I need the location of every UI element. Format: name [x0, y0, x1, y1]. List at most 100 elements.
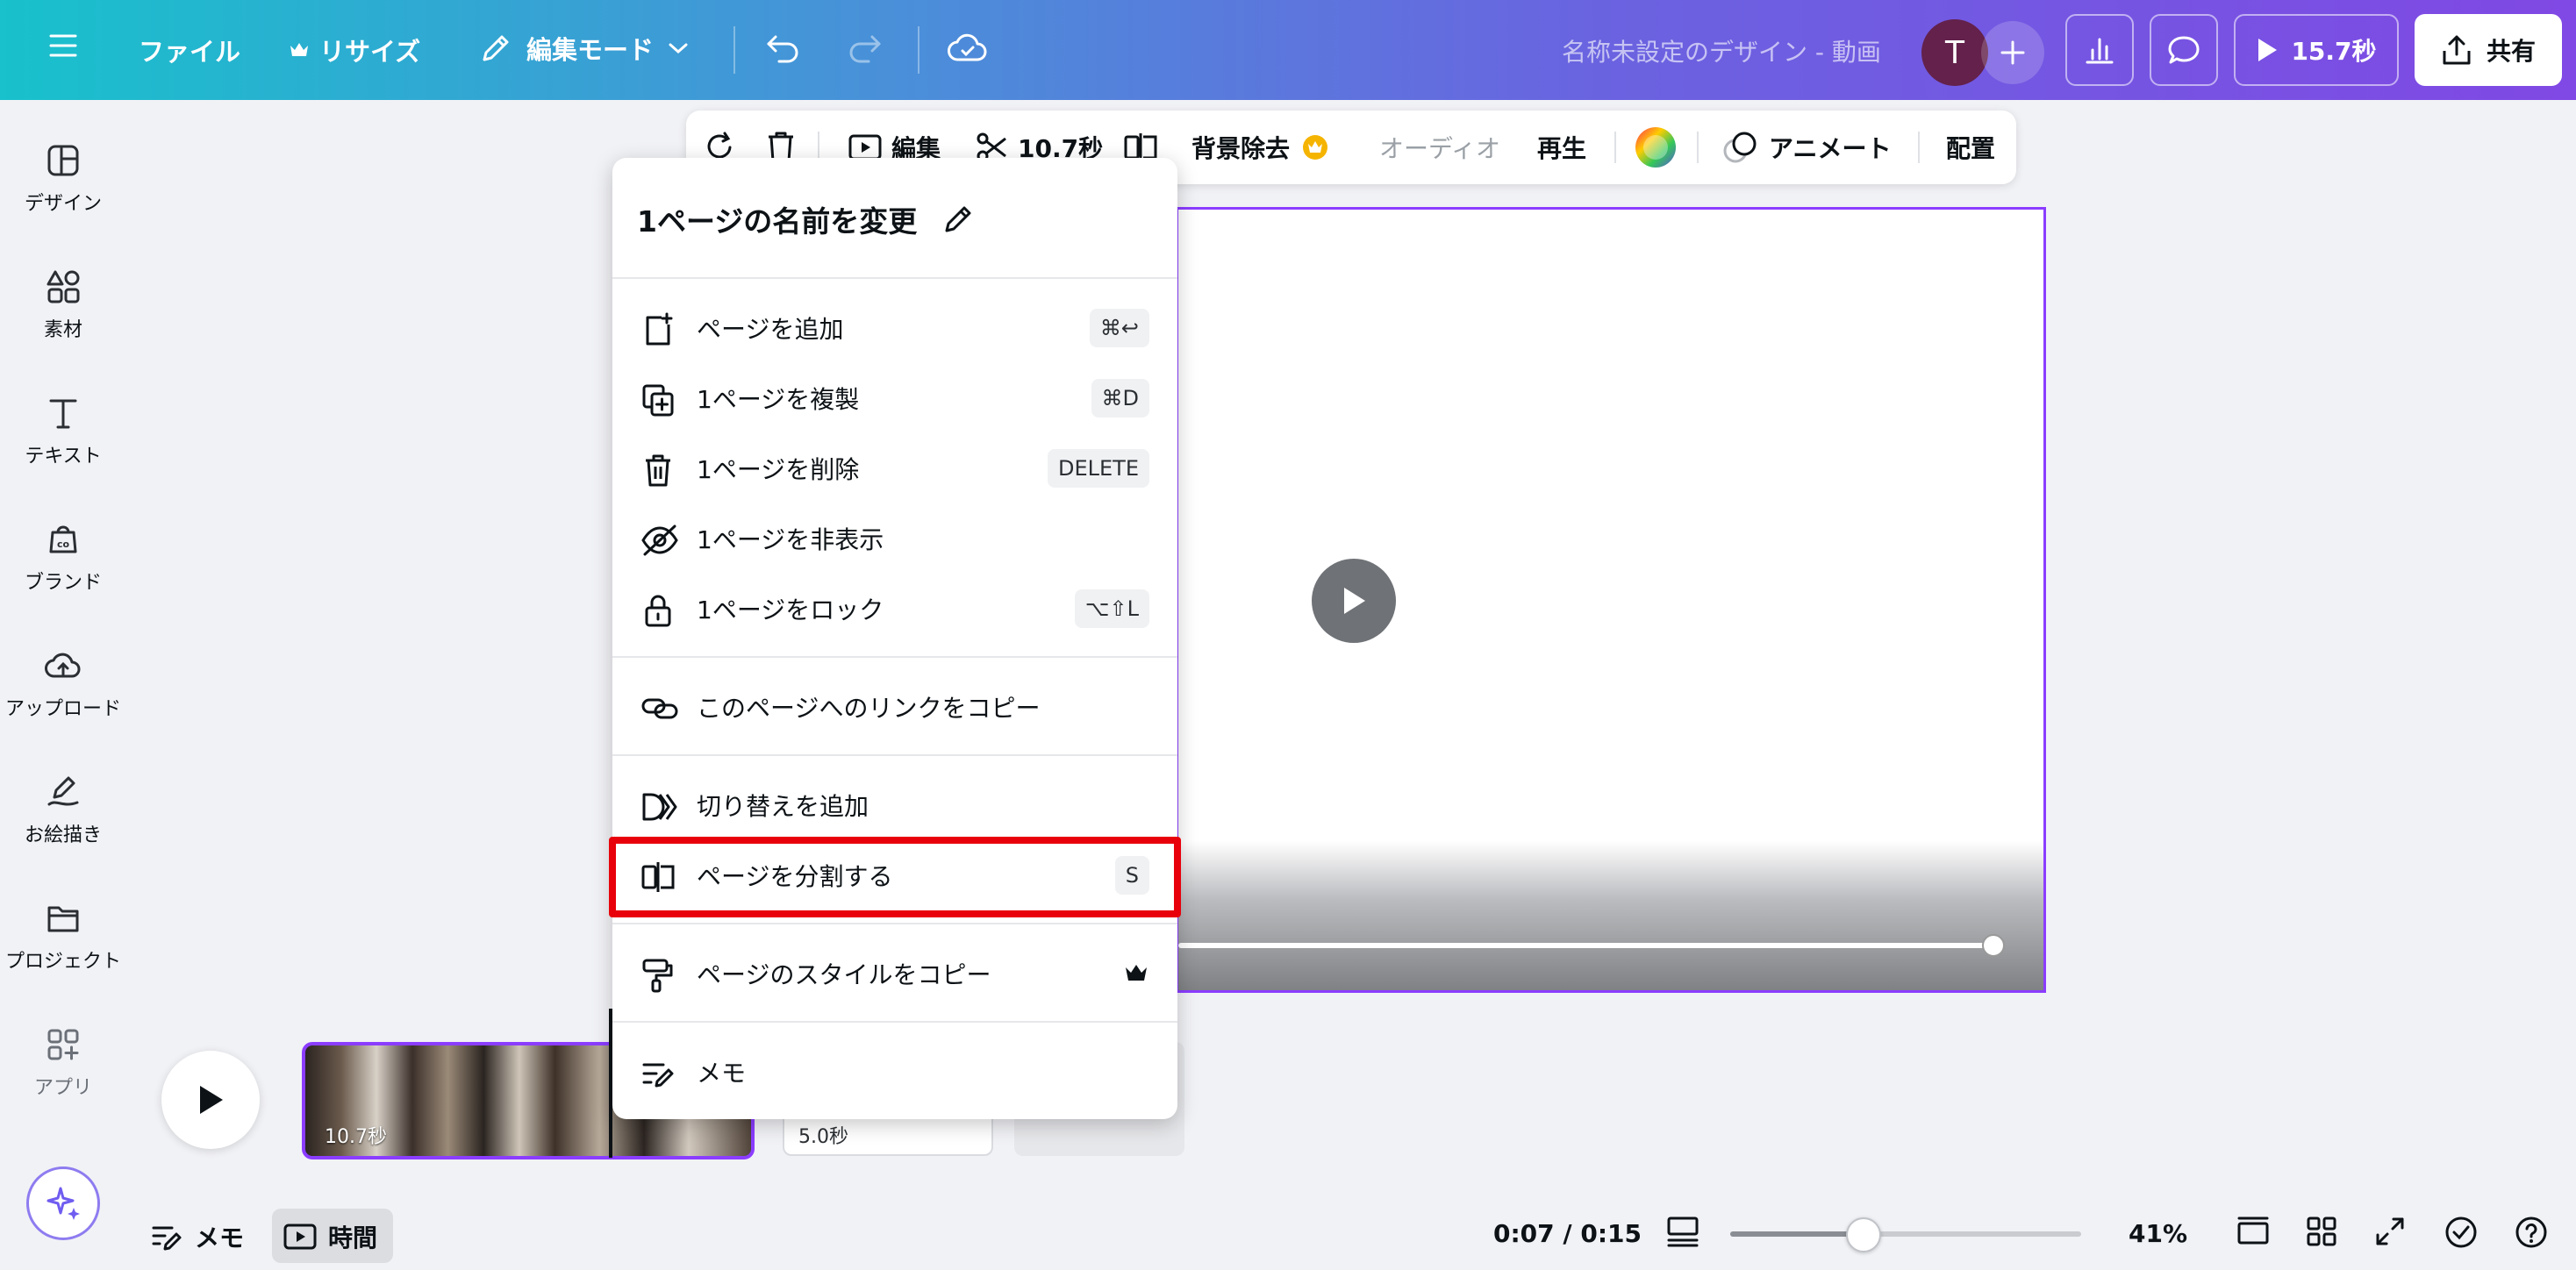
timeline-play-button[interactable] [161, 1051, 260, 1149]
sidebar-item-label: お絵描き [24, 824, 102, 846]
rename-page-row[interactable]: 1ページの名前を変更 [637, 198, 975, 240]
check-circle-icon[interactable] [2444, 1216, 2478, 1249]
magic-assistant-button[interactable] [26, 1167, 100, 1240]
audio-button[interactable]: オーディオ [1379, 111, 1500, 184]
top-bar: ファイル リサイズ 編集モード 名称未設定のデザイン - 動画 T 15.7秒 … [0, 0, 2576, 100]
share-label: 共有 [2486, 37, 2536, 66]
position-button[interactable]: 配置 [1946, 111, 1995, 184]
animate-label: アニメート [1769, 134, 1892, 163]
hide-icon [640, 523, 679, 558]
animate-button[interactable]: アニメート [1721, 111, 1891, 184]
file-menu-button[interactable]: ファイル [139, 32, 240, 68]
lock-icon [640, 593, 676, 628]
avatar[interactable]: T [1921, 19, 1988, 86]
sidebar-item-upload[interactable]: アップロード [0, 642, 126, 738]
crown-badge-icon [1302, 134, 1328, 161]
sparkle-icon [45, 1185, 82, 1222]
fullscreen-icon[interactable] [2374, 1216, 2406, 1247]
color-wheel-icon[interactable] [1634, 111, 1678, 184]
draw-icon [46, 768, 81, 816]
notes-icon [640, 1056, 676, 1091]
menu-item-split-page[interactable]: ページを分割する S [612, 840, 1177, 910]
menu-item-label: このページへのリンクをコピー [697, 694, 1041, 723]
menu-divider [612, 277, 1177, 279]
video-scrubber-handle[interactable] [1982, 934, 2005, 957]
paint-roller-icon [640, 958, 676, 993]
design-icon [46, 137, 81, 184]
edit-mode-dropdown[interactable]: 編集モード [479, 30, 689, 67]
menu-item-add-page[interactable]: ページを追加 ⌘↩ [612, 293, 1177, 363]
video-scrubber-track[interactable] [1178, 943, 1994, 948]
menu-item-label: メモ [697, 1059, 747, 1088]
elements-icon [46, 263, 81, 310]
zoom-level[interactable]: 41% [2129, 1219, 2187, 1248]
apps-icon [46, 1021, 81, 1068]
video-page-canvas[interactable] [1176, 207, 2046, 993]
menu-item-lock-page[interactable]: 1ページをロック ⌥⇧L [612, 574, 1177, 644]
split-icon [640, 860, 676, 895]
sidebar-item-brand[interactable]: co ブランド [0, 516, 126, 612]
background-remover-button[interactable]: 背景除去 [1191, 111, 1328, 184]
upload-icon [44, 642, 82, 689]
upload-share-icon [2441, 33, 2472, 67]
pencil-icon [479, 32, 512, 65]
insights-button[interactable] [2065, 14, 2134, 86]
sidebar-item-elements[interactable]: 素材 [0, 263, 126, 360]
document-title[interactable]: 名称未設定のデザイン - 動画 [1562, 33, 1881, 68]
sidebar-item-projects[interactable]: プロジェクト [0, 895, 126, 991]
present-button[interactable]: 15.7秒 [2234, 14, 2399, 86]
video-shade [1178, 841, 2043, 990]
toolbar-divider [1614, 132, 1616, 163]
folder-icon [46, 895, 81, 942]
left-sidebar: デザイン 素材 テキスト co ブランド アップロード お絵描き プロジェクト [0, 100, 126, 1270]
menu-item-label: 1ページをロック [697, 596, 884, 624]
resize-button[interactable]: リサイズ [290, 32, 420, 68]
pages-view-icon[interactable] [2236, 1216, 2271, 1247]
menu-item-label: 1ページを複製 [697, 385, 860, 414]
undo-icon[interactable] [765, 32, 800, 63]
video-play-button[interactable] [1312, 559, 1396, 643]
shortcut-badge: DELETE [1047, 449, 1149, 488]
sidebar-item-label: 素材 [43, 319, 82, 341]
redo-icon[interactable] [848, 32, 883, 63]
menu-item-add-transition[interactable]: 切り替えを追加 [612, 770, 1177, 840]
add-collaborator-button[interactable] [1981, 21, 2044, 84]
present-duration: 15.7秒 [2291, 37, 2377, 66]
notes-label: メモ [195, 1224, 245, 1252]
menu-divider [612, 923, 1177, 924]
crown-icon [1125, 963, 1148, 982]
animate-icon [1721, 130, 1760, 165]
cloud-saved-icon[interactable] [948, 32, 988, 63]
page-view-icon[interactable] [1665, 1216, 1700, 1247]
rename-page-label: 1ページの名前を変更 [637, 204, 918, 239]
comment-icon [2167, 34, 2200, 66]
play-icon [195, 1082, 226, 1117]
toolbar-divider [918, 26, 919, 74]
page-context-menu: 1ページの名前を変更 ページを追加 ⌘↩ 1ページを複製 ⌘D 1ページを削除 … [612, 158, 1177, 1119]
sidebar-item-design[interactable]: デザイン [0, 137, 126, 233]
plus-icon [2000, 39, 2026, 66]
help-icon[interactable] [2515, 1216, 2548, 1249]
zoom-slider-handle[interactable] [1846, 1217, 1881, 1252]
sidebar-item-label: ブランド [24, 572, 102, 594]
sidebar-item-draw[interactable]: お絵描き [0, 768, 126, 865]
playback-button[interactable]: 再生 [1537, 111, 1586, 184]
sidebar-item-apps[interactable]: アプリ [0, 1021, 126, 1117]
menu-item-notes[interactable]: メモ [612, 1037, 1177, 1107]
notes-button[interactable]: メモ [151, 1219, 244, 1254]
comments-button[interactable] [2150, 14, 2218, 86]
sidebar-item-text[interactable]: テキスト [0, 389, 126, 486]
grid-view-icon[interactable] [2306, 1216, 2337, 1247]
menu-item-duplicate-page[interactable]: 1ページを複製 ⌘D [612, 363, 1177, 433]
menu-item-delete-page[interactable]: 1ページを削除 DELETE [612, 433, 1177, 503]
play-icon [2256, 37, 2279, 63]
shortcut-badge: S [1114, 856, 1149, 895]
menu-item-hide-page[interactable]: 1ページを非表示 [612, 503, 1177, 574]
share-button[interactable]: 共有 [2415, 14, 2562, 86]
menu-item-copy-style[interactable]: ページのスタイルをコピー [612, 938, 1177, 1009]
menu-divider [612, 1021, 1177, 1023]
menu-icon[interactable] [49, 32, 77, 59]
menu-item-copy-link[interactable]: このページへのリンクをコピー [612, 672, 1177, 742]
sidebar-item-label: プロジェクト [4, 951, 121, 973]
link-icon [640, 691, 679, 726]
